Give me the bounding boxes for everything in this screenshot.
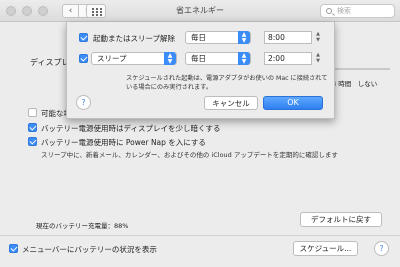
- sleep-checkbox[interactable]: [79, 54, 88, 63]
- search-icon: [326, 8, 332, 14]
- startup-checkbox[interactable]: [79, 33, 88, 42]
- option-label-1: バッテリー電源使用時はディスプレイを少し暗くする: [41, 124, 221, 133]
- title-bar: ‹ › 省エネルギー 検索: [0, 0, 400, 22]
- cancel-button[interactable]: キャンセル: [204, 96, 258, 110]
- startup-time-stepper[interactable]: ▲ ▼: [314, 31, 322, 44]
- divider: [0, 235, 400, 236]
- power-nap-note: スリープ中に、新着メール、カレンダー、およびその他の iCloud アップデート…: [41, 151, 338, 159]
- sleep-time-value: 2:00: [268, 54, 285, 63]
- option-checkbox-0[interactable]: [28, 108, 37, 117]
- battery-charge-text: 現在のバッテリー充電量：88%: [36, 222, 129, 230]
- schedule-note: スケジュールされた起動は、電源アダプタがお使いの Mac に接続されている場合に…: [126, 75, 328, 91]
- startup-day-value: 毎日: [191, 33, 206, 42]
- menubar-battery-checkbox[interactable]: [9, 244, 18, 253]
- power-nap-label: バッテリー電源使用時に Power Nap を入にする: [41, 138, 206, 147]
- energy-saver-window: ‹ › 省エネルギー 検索 ディスプレ 3 時間 しない 可能な場 バッテリー電…: [0, 0, 400, 267]
- sleep-time-field[interactable]: 2:00: [264, 52, 312, 65]
- startup-day-popup[interactable]: 毎日 ▲ ▼: [185, 31, 251, 44]
- sheet-help-button[interactable]: ?: [76, 95, 91, 110]
- power-nap-checkbox[interactable]: [28, 137, 37, 146]
- startup-time-field[interactable]: 8:00: [264, 31, 312, 44]
- help-button[interactable]: ?: [374, 241, 389, 256]
- option-checkbox-1[interactable]: [28, 123, 37, 132]
- schedule-sheet: 起動またはスリープ解除 毎日 ▲ ▼ 8:00 ▲ ▼ スリープ ▲ ▼ 毎日 ▲ ▼ …: [66, 22, 335, 119]
- sleep-action-value: スリープ: [97, 54, 127, 63]
- search-placeholder: 検索: [337, 7, 351, 15]
- display-sleep-label: ディスプレ: [30, 58, 70, 67]
- restore-defaults-button[interactable]: デフォルトに戻す: [300, 212, 382, 227]
- startup-action-label: 起動またはスリープ解除: [93, 34, 176, 43]
- popup-arrows-icon: ▲ ▼: [238, 52, 250, 65]
- menubar-battery-label: メニューバーにバッテリーの状況を表示: [22, 245, 157, 254]
- sleep-day-popup[interactable]: 毎日 ▲ ▼: [185, 52, 251, 65]
- ok-button[interactable]: OK: [263, 96, 323, 110]
- startup-time-value: 8:00: [268, 33, 285, 42]
- slider-scale-labels: 3 時間 しない: [332, 80, 378, 88]
- sleep-day-value: 毎日: [191, 54, 206, 63]
- popup-arrows-icon: ▲ ▼: [238, 31, 250, 44]
- schedule-button[interactable]: スケジュール...: [293, 241, 358, 256]
- sleep-time-stepper[interactable]: ▲ ▼: [314, 52, 322, 65]
- sleep-action-popup[interactable]: スリープ ▲ ▼: [91, 52, 177, 65]
- popup-arrows-icon: ▲ ▼: [164, 52, 176, 65]
- search-field[interactable]: 検索: [320, 4, 395, 18]
